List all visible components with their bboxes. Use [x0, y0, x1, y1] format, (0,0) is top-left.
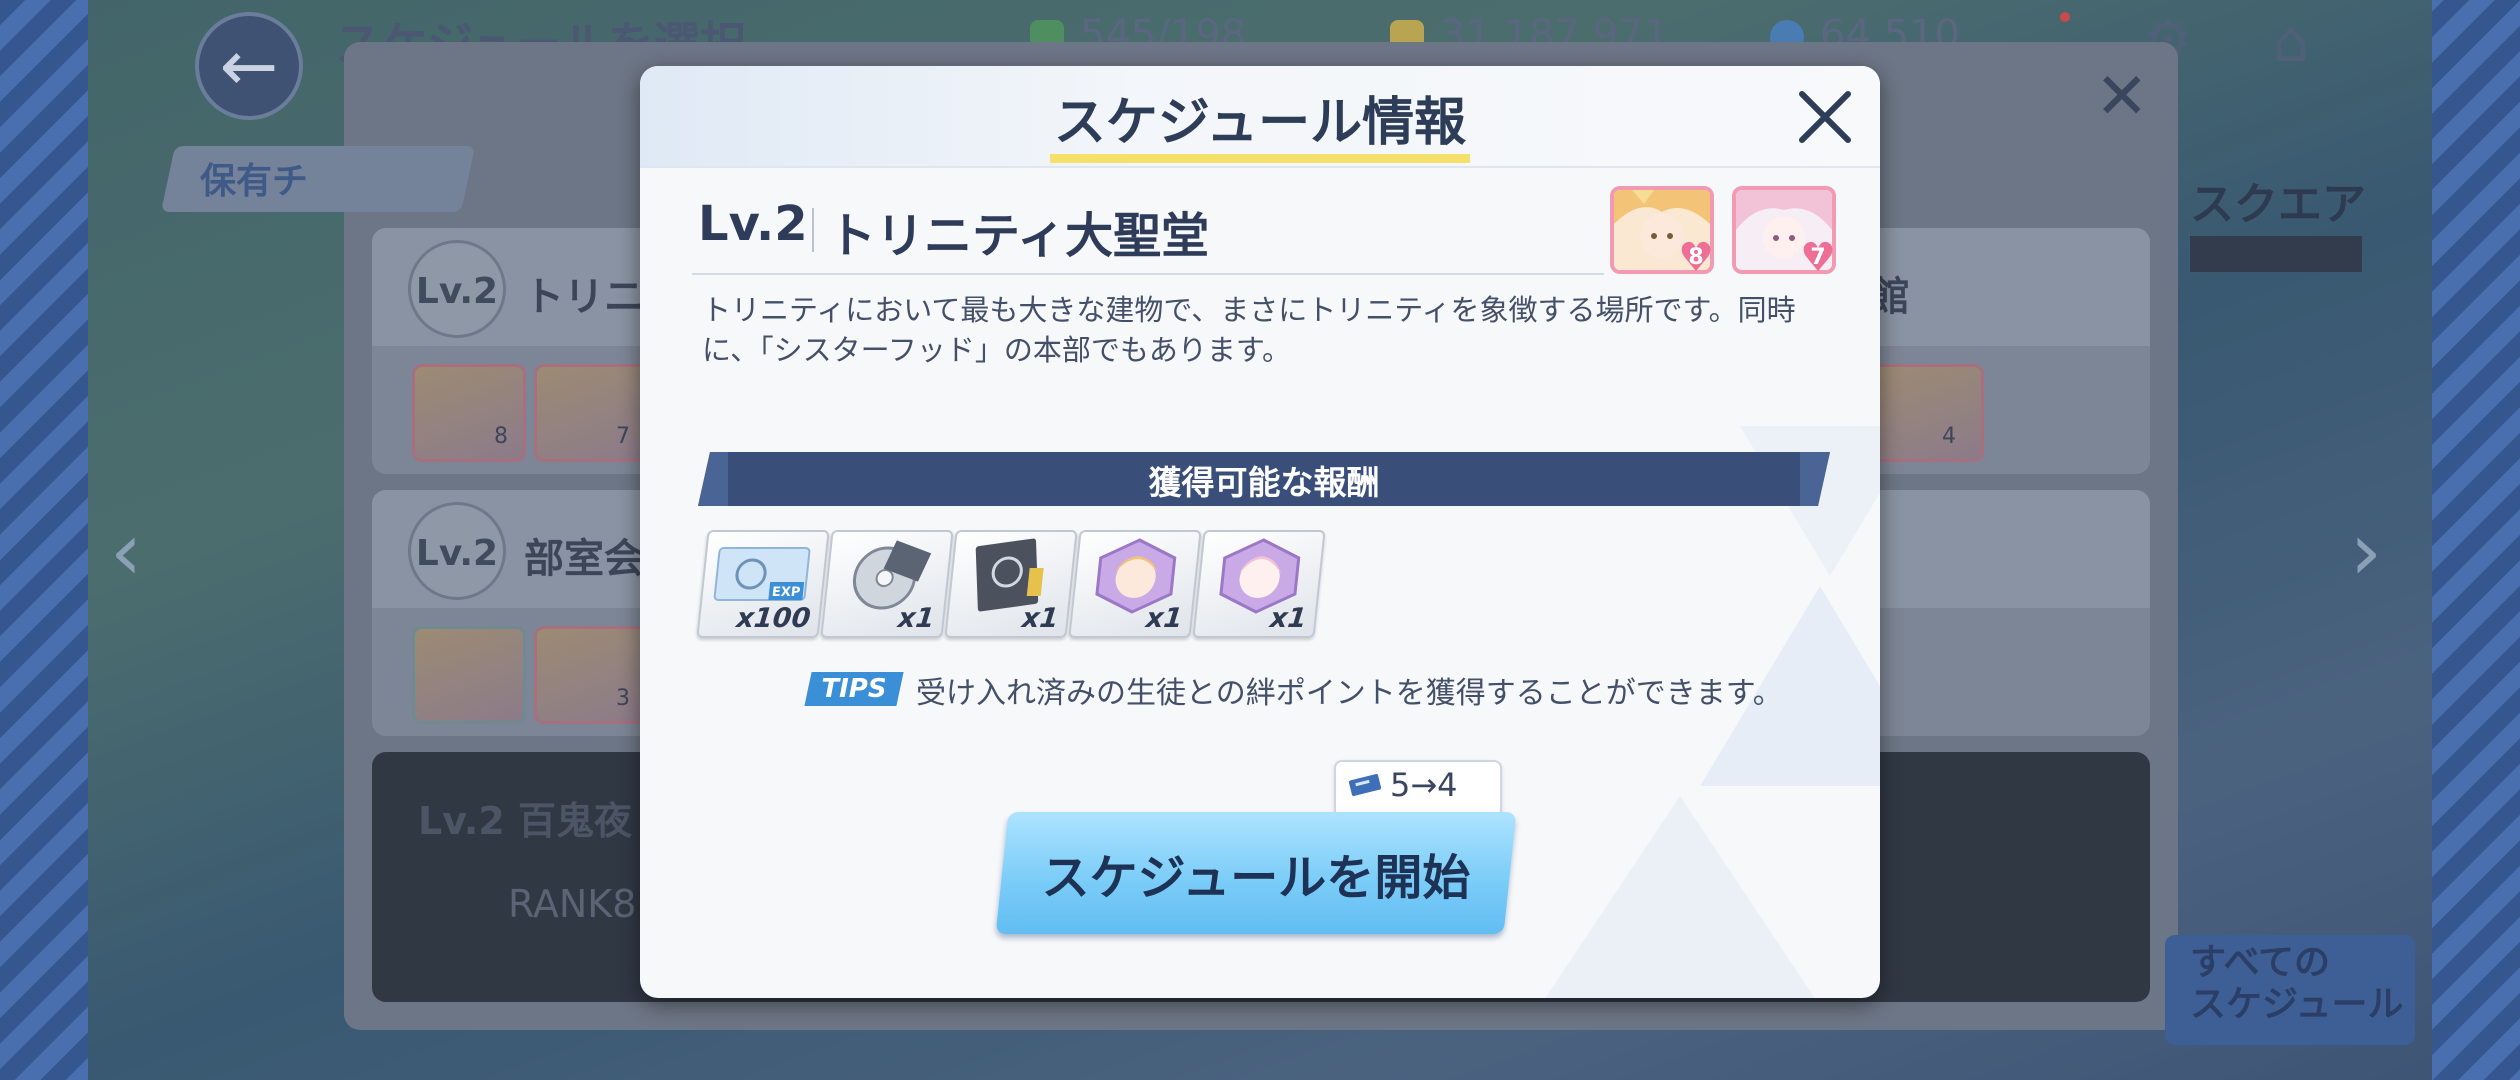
exp-ticket-icon: EXP	[713, 547, 811, 601]
reward-student-token-pink[interactable]: x1	[1192, 530, 1326, 638]
svg-text:EXP: EXP	[771, 585, 801, 600]
student-portrait	[534, 626, 648, 724]
decor-triangle	[1540, 796, 1820, 998]
reward-student-token-blonde[interactable]: x1	[1068, 530, 1202, 638]
rewards-title: 獲得可能な報酬	[1148, 463, 1380, 502]
bond-level: 8	[1688, 245, 1704, 270]
student-portrait	[534, 364, 648, 462]
location-description: トリニティにおいて最も大きな建物で、まさにトリニティを象徴する場所です。同時に、…	[702, 293, 1796, 367]
reward-quantity: x1	[896, 603, 937, 634]
close-icon[interactable]	[1792, 84, 1858, 150]
level-badge: Lv.2	[408, 240, 506, 338]
location-name: トリニティ大聖堂	[828, 208, 1210, 264]
next-page-arrow-icon[interactable]: ›	[2350, 505, 2382, 598]
level-label: Lv.2 百鬼夜	[418, 799, 633, 843]
reward-exp-ticket[interactable]: EXP x100	[696, 530, 830, 638]
bond-level: 8	[494, 424, 508, 449]
schedule-ticket-icon	[1348, 774, 1382, 796]
rank-requirement: RANK8	[508, 882, 637, 926]
close-icon[interactable]: ✕	[2095, 60, 2149, 134]
reward-quantity: x1	[1268, 603, 1309, 634]
ticket-cost-text: 5→4	[1390, 766, 1458, 804]
reward-disc[interactable]: x1	[820, 530, 954, 638]
bond-level: 7	[1810, 245, 1826, 270]
tips-text: 受け入れ済みの生徒との絆ポイントを獲得することができます。	[916, 676, 1783, 711]
square-card-bar	[2190, 236, 2362, 272]
reward-quantity: x1	[1020, 603, 1061, 634]
prev-page-arrow-icon[interactable]: ‹	[110, 505, 142, 598]
back-button[interactable]: ←	[195, 12, 303, 120]
square-card-label: スクエア	[2190, 179, 2366, 230]
all-schedules-label: すべての スケジュール	[2190, 942, 2404, 1025]
home-icon[interactable]: ⌂	[2258, 8, 2324, 74]
tips-label: TIPS	[821, 674, 887, 704]
level-badge: Lv.2	[408, 502, 506, 600]
level-separator	[812, 208, 814, 252]
modal-title: スケジュール情報	[1053, 93, 1467, 153]
bond-level: 3	[616, 686, 630, 711]
notebook-icon	[975, 538, 1044, 612]
disc-icon	[852, 540, 932, 610]
title-underline	[1050, 154, 1470, 163]
bond-level: 4	[1942, 424, 1956, 449]
bond-level: 7	[616, 424, 630, 449]
student-portrait	[1870, 364, 1984, 462]
reward-quantity: x100	[734, 603, 813, 634]
name-divider	[692, 273, 1604, 275]
reward-notebook[interactable]: x1	[944, 530, 1078, 638]
owned-filter-label: 保有チ	[200, 161, 309, 202]
schedule-level: Lv.2	[698, 196, 808, 252]
schedule-info-modal: スケジュール情報 Lv.2 トリニティ大聖堂 ♥ 8 ♥ 7 トリニティにおいて…	[640, 66, 1880, 998]
reward-quantity: x1	[1144, 603, 1185, 634]
start-schedule-label: スケジュールを開始	[1041, 850, 1471, 906]
notification-dot	[2060, 12, 2070, 22]
student-portrait	[412, 364, 526, 462]
student-portrait	[412, 626, 526, 724]
